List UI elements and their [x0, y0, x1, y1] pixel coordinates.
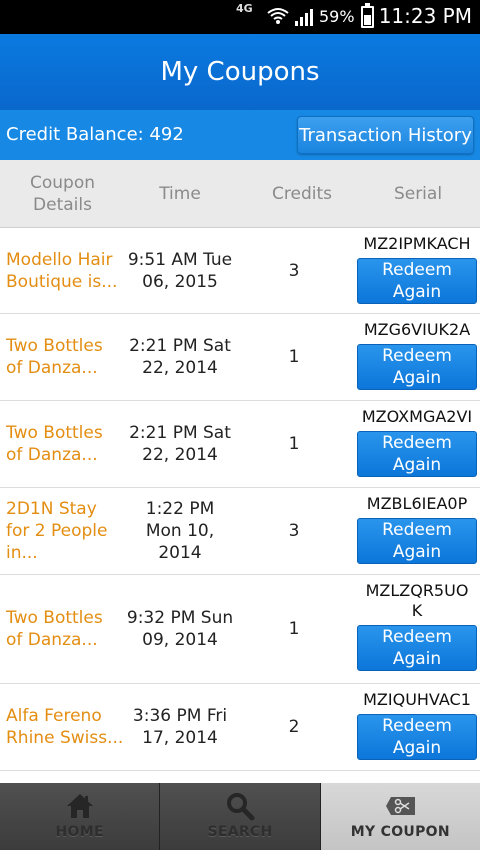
coupon-details[interactable]: Two Bottles of Danza...	[6, 314, 124, 400]
coupon-credits: 1	[288, 434, 300, 454]
coupon-credits: 3	[288, 260, 300, 281]
column-header-time: Time	[159, 184, 201, 204]
status-clock: 11:23 PM	[378, 4, 472, 28]
coupon-details[interactable]: Two Bottles of Danza...	[6, 401, 124, 487]
redeem-again-button[interactable]: Redeem Again	[357, 258, 477, 304]
page-title: My Coupons	[160, 57, 320, 87]
redeem-again-button[interactable]: Redeem Again	[357, 714, 477, 760]
bottom-navigation: HOME SEARCH MY COUPON	[0, 783, 480, 850]
coupon-time: 2:21 PM Sat 22, 2014	[129, 336, 231, 378]
serial-cell: MZ2IPMKACH Redeem Again	[356, 234, 478, 304]
credit-bar: Credit Balance: 492 Transaction History	[0, 110, 480, 160]
redeem-again-button[interactable]: Redeem Again	[357, 431, 477, 477]
coupon-details[interactable]: Two Bottles of Danza...	[6, 575, 124, 683]
coupon-serial: MZG6VIUK2A	[363, 320, 471, 339]
coupon-scissors-icon	[386, 797, 416, 815]
coupon-credits: 1	[288, 347, 300, 367]
nav-my-coupon[interactable]: MY COUPON	[320, 783, 480, 850]
coupon-row[interactable]: Two Bottles of Danza... 9:32 PM Sun 09, …	[0, 575, 480, 684]
coupon-time: 2:21 PM Sat 22, 2014	[129, 423, 231, 465]
coupon-credits: 1	[288, 619, 300, 639]
coupon-time: 1:22 PM Mon 10, 2014	[145, 499, 215, 563]
coupon-row[interactable]: Alfa Fereno Rhine Swiss... 3:36 PM Fri 1…	[0, 684, 480, 771]
home-icon	[66, 794, 93, 818]
column-header-coupon-details: Coupon Details	[29, 173, 95, 215]
serial-cell: MZG6VIUK2A Redeem Again	[356, 320, 478, 390]
coupon-credits: 2	[288, 717, 300, 737]
credit-balance: Credit Balance: 492	[6, 124, 184, 145]
signal-icon	[295, 9, 313, 26]
coupon-serial: MZOXMGA2VI	[361, 407, 473, 426]
network-indicator: 4G	[236, 2, 253, 15]
wifi-icon	[267, 8, 289, 24]
coupon-details[interactable]: Alfa Fereno Rhine Swiss...	[6, 684, 124, 770]
transaction-history-button[interactable]: Transaction History	[297, 116, 474, 154]
nav-search[interactable]: SEARCH	[160, 783, 321, 850]
redeem-again-button[interactable]: Redeem Again	[357, 344, 477, 390]
status-bar: 4G 59% 11:23 PM	[0, 0, 480, 34]
coupon-time: 9:51 AM Tue 06, 2015	[127, 249, 233, 292]
battery-icon	[361, 3, 374, 28]
coupon-row[interactable]: Two Bottles of Danza... 2:21 PM Sat 22, …	[0, 401, 480, 488]
coupon-list: Modello Hair Boutique is... 9:51 AM Tue …	[0, 228, 480, 771]
coupon-row[interactable]: 2D1N Stay for 2 People in... 1:22 PM Mon…	[0, 488, 480, 575]
redeem-again-button[interactable]: Redeem Again	[357, 518, 477, 564]
search-icon	[226, 793, 255, 821]
nav-home[interactable]: HOME	[0, 783, 161, 850]
nav-home-label: HOME	[55, 824, 104, 840]
coupon-serial: MZBL6IEA0P	[366, 494, 468, 513]
app-header: My Coupons	[0, 34, 480, 110]
coupon-details[interactable]: Modello Hair Boutique is...	[6, 228, 124, 313]
coupon-time: 3:36 PM Fri 17, 2014	[132, 706, 228, 748]
coupon-details[interactable]: 2D1N Stay for 2 People in...	[6, 488, 124, 574]
column-header-serial: Serial	[393, 184, 443, 204]
coupon-serial: MZ2IPMKACH	[363, 234, 471, 253]
nav-my-coupon-label: MY COUPON	[350, 824, 450, 840]
coupon-credits: 3	[288, 521, 300, 541]
table-header: Coupon Details Time Credits Serial	[0, 160, 480, 228]
column-header-credits: Credits	[272, 184, 332, 204]
redeem-again-button[interactable]: Redeem Again	[357, 625, 477, 671]
serial-cell: MZOXMGA2VI Redeem Again	[356, 407, 478, 477]
coupon-serial: MZLZQR5UOK	[365, 581, 469, 620]
coupon-serial: MZIQUHVAC1	[363, 690, 471, 709]
serial-cell: MZLZQR5UOK Redeem Again	[356, 581, 478, 671]
coupon-time: 9:32 PM Sun 09, 2014	[126, 608, 234, 650]
coupon-row[interactable]: Modello Hair Boutique is... 9:51 AM Tue …	[0, 228, 480, 314]
nav-search-label: SEARCH	[207, 824, 273, 840]
battery-percent: 59%	[319, 7, 355, 26]
serial-cell: MZIQUHVAC1 Redeem Again	[356, 690, 478, 760]
serial-cell: MZBL6IEA0P Redeem Again	[356, 494, 478, 564]
coupon-row[interactable]: Two Bottles of Danza... 2:21 PM Sat 22, …	[0, 314, 480, 401]
